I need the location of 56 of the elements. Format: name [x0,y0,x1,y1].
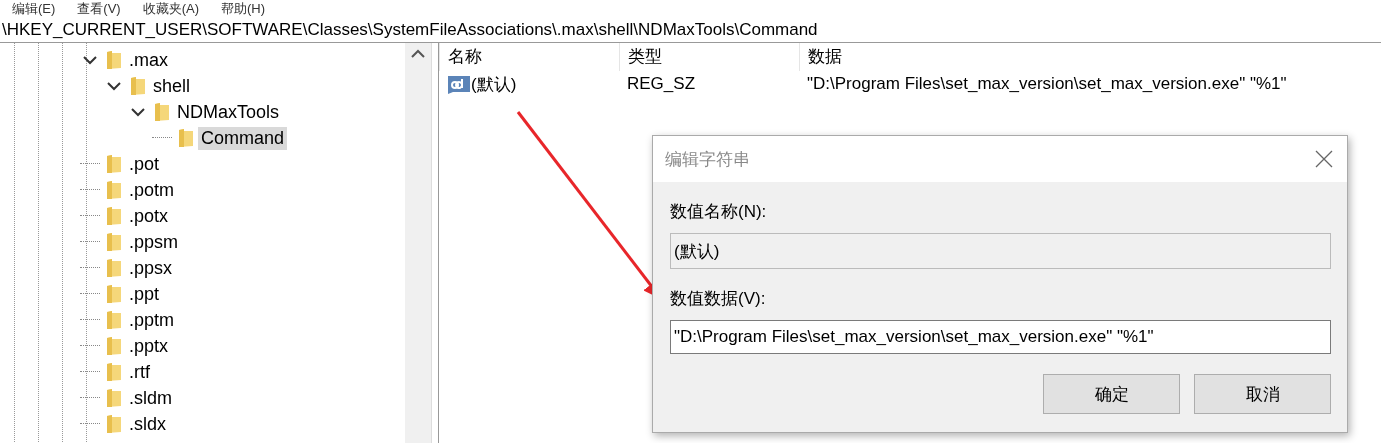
tree-item[interactable]: .pptm [126,308,178,332]
close-icon[interactable] [1315,150,1333,168]
menu-item[interactable]: 帮助(H) [221,1,266,17]
chevron-down-icon[interactable] [83,55,97,65]
tree-item[interactable]: .pptx [126,334,172,358]
ok-button[interactable]: 确定 [1043,374,1180,414]
tree-item[interactable]: Command [198,126,288,150]
folder-icon [106,258,122,278]
folder-icon [106,414,122,434]
menu-item[interactable]: 收藏夹(A) [142,1,200,17]
folder-icon [106,310,122,330]
value-type: REG_SZ [626,74,697,94]
tree-item[interactable]: .ppsx [126,256,176,280]
folder-icon [106,336,122,356]
chevron-down-icon[interactable] [131,107,145,117]
string-value-icon [447,74,471,94]
tree-item[interactable]: .ppt [126,282,163,306]
address-bar[interactable]: \HKEY_CURRENT_USER\SOFTWARE\Classes\SystemFileAssociations\.max\shell\NDMaxTools\Command [0,18,1381,43]
tree-item[interactable]: .ppsm [126,230,182,254]
tree-item[interactable]: .potm [126,178,178,202]
scroll-up-icon[interactable] [411,49,425,58]
field-label: 数值名称(N): [670,201,768,223]
folder-icon [154,102,170,122]
dialog-title: 编辑字符串 [665,148,750,171]
menu-item[interactable]: 查看(V) [77,1,121,17]
column-header[interactable]: 名称 [439,43,619,71]
folder-icon [130,76,146,96]
tree-item[interactable]: .potx [126,204,172,228]
folder-icon [106,362,122,382]
value-name[interactable]: (默认) [471,72,517,96]
folder-icon [106,206,122,226]
value-data-field[interactable]: "D:\Program Files\set_max_version\set_max_version.exe" "%1" [670,320,1331,354]
value-name-field[interactable]: (默认) [670,233,1331,269]
column-header[interactable]: 数据 [799,43,1381,71]
tree-item[interactable]: .max [126,48,171,72]
menu-item[interactable]: 编辑(E) [12,1,56,17]
scrollbar[interactable] [405,43,431,443]
tree-item[interactable]: .sldm [126,386,175,410]
folder-icon [106,388,122,408]
column-header[interactable]: 类型 [619,43,799,71]
tree-item[interactable]: .sldx [126,412,169,436]
folder-icon [178,128,194,148]
tree-item[interactable]: NDMaxTools [174,100,283,124]
tree-item[interactable]: .rtf [126,360,153,384]
field-label: 数值数据(V): [670,288,767,310]
folder-icon [106,154,122,174]
folder-icon [106,284,122,304]
folder-icon [106,50,122,70]
value-data: "D:\Program Files\set_max_version\set_max_version.exe" "%1" [806,74,1288,94]
folder-icon [106,232,122,252]
cancel-button[interactable]: 取消 [1194,374,1331,414]
pane-splitter[interactable] [431,43,439,443]
chevron-down-icon[interactable] [107,81,121,91]
tree-item[interactable]: .pot [126,152,163,176]
tree-item[interactable]: shell [150,74,194,98]
folder-icon [106,180,122,200]
